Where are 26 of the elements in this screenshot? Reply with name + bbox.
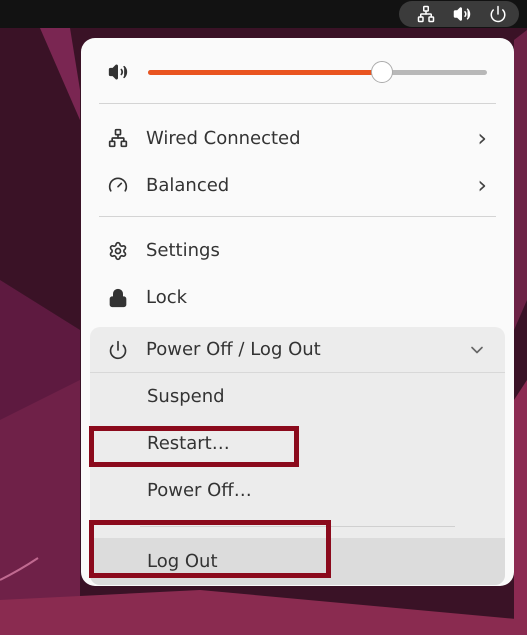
volume-slider[interactable] xyxy=(148,60,487,83)
network-icon xyxy=(108,128,128,148)
network-icon[interactable] xyxy=(417,5,435,23)
menu-item-label: Wired Connected xyxy=(146,128,302,149)
menu-item-label: Balanced xyxy=(146,174,230,196)
submenu-item[interactable]: Restart… xyxy=(90,420,505,468)
menu-item-label: Lock xyxy=(146,287,188,308)
power-icon[interactable] xyxy=(489,5,507,23)
menu-item[interactable]: Wired Connected › xyxy=(90,114,505,162)
chevron-icon: › xyxy=(477,171,487,200)
power-icon xyxy=(108,340,128,360)
menu-item[interactable]: Lock xyxy=(90,274,505,322)
submenu-item[interactable]: Log Out xyxy=(90,538,505,586)
submenu-item[interactable]: Power Off… xyxy=(90,467,505,514)
chevron-icon: › xyxy=(477,124,487,152)
system-tray[interactable] xyxy=(399,1,519,27)
volume-icon xyxy=(108,62,128,82)
slider-thumb[interactable] xyxy=(370,60,393,83)
submenu-item[interactable]: Suspend xyxy=(90,373,505,420)
menu-item[interactable]: Settings xyxy=(90,227,505,274)
menu-item-label: Settings xyxy=(146,240,221,262)
lock-icon xyxy=(108,288,128,308)
settings-icon xyxy=(108,240,128,261)
power-menu-header[interactable]: Power Off / Log Out xyxy=(90,327,505,374)
menu-item[interactable]: Balanced › xyxy=(90,162,505,208)
volume-icon[interactable] xyxy=(453,5,471,23)
